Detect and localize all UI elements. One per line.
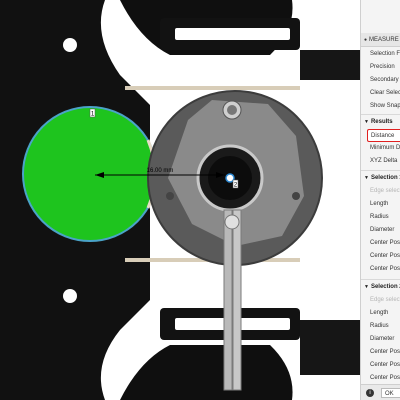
info-icon[interactable]: i [366, 389, 374, 397]
collapse-icon[interactable]: ● [364, 37, 367, 43]
panel-row-label: Selection Filter [370, 51, 400, 57]
dimension-label: 16.00 mm [147, 168, 174, 174]
panel-row[interactable]: Center Position [361, 237, 400, 250]
panel-divider [361, 279, 400, 280]
link-arm-right [232, 209, 242, 391]
panel-row[interactable]: Diameter [361, 224, 400, 237]
panel-row[interactable]: Minimum Distance [361, 142, 400, 155]
panel-section-header[interactable]: ▼ Results [361, 116, 400, 129]
panel-row[interactable]: Center Position [361, 263, 400, 276]
rotor-pin-right [292, 192, 300, 200]
3d-viewport[interactable]: 16.00 mm 1 2 [0, 0, 360, 400]
rotor-pin-left [166, 192, 174, 200]
chevron-down-icon[interactable]: ▼ [364, 175, 369, 181]
model-canvas[interactable]: 16.00 mm 1 2 [0, 0, 360, 400]
rotor-bolt-head [227, 105, 237, 115]
top-tab-slot [175, 28, 290, 40]
panel-row-label: Minimum Distance [370, 145, 400, 151]
panel-row[interactable]: Diameter [361, 333, 400, 346]
ok-button[interactable]: OK [381, 388, 400, 398]
panel-row-label: Length [370, 310, 389, 316]
panel-row[interactable]: Clear Selection [361, 87, 400, 100]
body-bottom-arch [120, 345, 293, 400]
panel-header[interactable]: ● MEASURE [361, 33, 400, 47]
panel-row-label: Center Position [370, 349, 400, 355]
highlighted-bore-face[interactable] [22, 106, 158, 242]
panel-row[interactable]: Center Position [361, 250, 400, 263]
panel-row-label: Selection 1 [370, 175, 400, 181]
panel-row[interactable]: Radius [361, 320, 400, 333]
panel-row[interactable]: Length [361, 198, 400, 211]
panel-title: MEASURE [369, 37, 399, 43]
panel-row-label: Edge selected [370, 188, 400, 194]
panel-row: Edge selected [361, 185, 400, 198]
panel-section-header[interactable]: ▼ Selection 2 [361, 281, 400, 294]
panel-row-label: Distance [371, 133, 395, 139]
link-pivot [224, 214, 240, 230]
panel-section-header[interactable]: ▼ Selection 1 [361, 172, 400, 185]
panel-row-label: Precision [370, 64, 395, 70]
panel-row-label: Results [370, 119, 393, 125]
panel-row-label: Center Position [370, 240, 400, 246]
panel-row-label: Center Position [370, 253, 400, 259]
rail-top [125, 86, 300, 90]
panel-row[interactable]: Show Snap Points [361, 100, 400, 113]
panel-divider [361, 170, 400, 171]
panel-row-label: Radius [370, 323, 389, 329]
panel-row[interactable]: Secondary Units [361, 74, 400, 87]
panel-row[interactable]: XYZ Delta [361, 155, 400, 168]
panel-row[interactable]: Selection Filter [361, 48, 400, 61]
panel-row-label: Center Position [370, 375, 400, 381]
result-distance-row[interactable]: Distance [367, 129, 400, 142]
link-arm-left [223, 209, 233, 391]
panel-row[interactable]: Center Position [361, 346, 400, 359]
panel-footer: i OK [361, 384, 400, 400]
lower-right-block [300, 320, 360, 375]
mount-hole-top [63, 38, 77, 52]
panel-row-label: Secondary Units [370, 77, 400, 83]
mount-hole-bottom [63, 289, 77, 303]
panel-row-label: Diameter [370, 336, 395, 342]
panel-row[interactable]: Length [361, 307, 400, 320]
panel-row-label: Length [370, 201, 389, 207]
panel-row-label: Center Position [370, 362, 400, 368]
panel-row: Edge selected [361, 294, 400, 307]
panel-divider [361, 114, 400, 115]
panel-row-label: Clear Selection [370, 90, 400, 96]
panel-row-label: Center Position [370, 266, 400, 272]
panel-row-label: Diameter [370, 227, 395, 233]
panel-row[interactable]: Radius [361, 211, 400, 224]
chevron-down-icon[interactable]: ▼ [364, 119, 369, 125]
measure-panel: ●MEASURE Selection Filter Precision Second… [360, 0, 400, 400]
upper-right-block [300, 50, 360, 80]
panel-row-label: Edge selected [370, 297, 400, 303]
chevron-down-icon[interactable]: ▼ [364, 284, 369, 290]
panel-row-label: Radius [370, 214, 389, 220]
panel-row-label: XYZ Delta [370, 158, 398, 164]
panel-row[interactable]: Precision [361, 61, 400, 74]
panel-row-label: Show Snap Points [370, 103, 400, 109]
panel-row[interactable]: Center Position [361, 359, 400, 372]
panel-row-label: Selection 2 [370, 284, 400, 290]
